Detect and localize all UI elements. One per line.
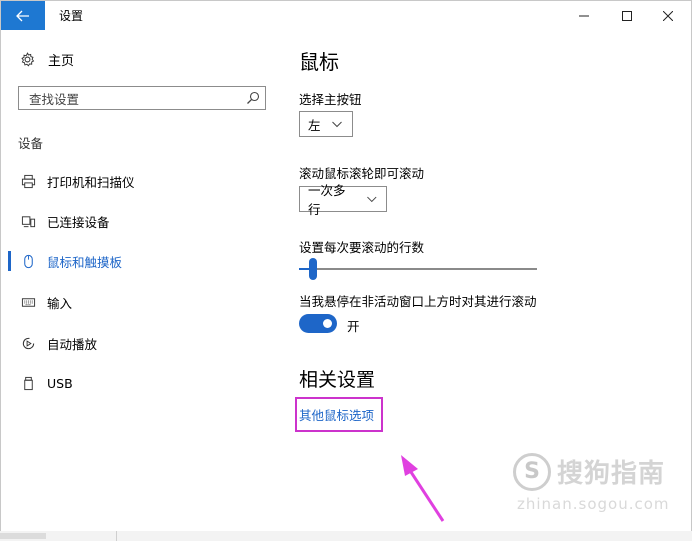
minimize-button[interactable] bbox=[565, 1, 603, 30]
keyboard-icon bbox=[20, 294, 36, 310]
gear-icon bbox=[19, 51, 35, 68]
sidebar-item-label: 鼠标和触摸板 bbox=[47, 254, 123, 270]
sidebar-item-input[interactable]: 输入 bbox=[1, 289, 281, 315]
minimize-icon bbox=[579, 15, 589, 16]
inactive-scroll-toggle[interactable] bbox=[299, 314, 337, 333]
active-indicator bbox=[8, 251, 11, 271]
arrow-left-icon bbox=[16, 10, 29, 21]
maximize-icon bbox=[622, 10, 632, 21]
chevron-down-icon bbox=[367, 196, 377, 203]
mouse-icon bbox=[20, 253, 36, 269]
sidebar-item-mouse[interactable]: 鼠标和触摸板 bbox=[1, 248, 281, 274]
inactive-scroll-label: 当我悬停在非活动窗口上方时对其进行滚动 bbox=[299, 294, 537, 309]
scroll-wheel-value: 一次多行 bbox=[308, 183, 346, 217]
back-button[interactable] bbox=[1, 1, 45, 30]
inactive-scroll-state: 开 bbox=[347, 319, 360, 334]
usb-icon bbox=[20, 375, 36, 391]
sidebar-item-label: USB bbox=[47, 375, 73, 391]
settings-window: 设置 主页 设备 bbox=[0, 0, 692, 532]
annotation-arrow bbox=[401, 455, 445, 522]
maximize-button[interactable] bbox=[608, 1, 646, 30]
search-icon bbox=[247, 91, 260, 104]
scroll-wheel-dropdown[interactable]: 一次多行 bbox=[299, 183, 387, 217]
sidebar: 主页 设备 打印机和扫描仪 bbox=[1, 30, 281, 530]
sidebar-item-label: 打印机和扫描仪 bbox=[47, 174, 135, 190]
title-bar: 设置 bbox=[1, 1, 691, 30]
sidebar-item-label: 输入 bbox=[47, 295, 73, 311]
sidebar-item-label: 已连接设备 bbox=[47, 214, 110, 230]
section-label-devices: 设备 bbox=[18, 136, 44, 151]
connected-devices-icon bbox=[20, 213, 36, 229]
scroll-lines-slider-thumb[interactable] bbox=[309, 258, 318, 280]
bottom-strip-divider bbox=[116, 531, 117, 541]
main-content: 鼠标 选择主按钮 左 滚动鼠标滚轮即可滚动 一次多行 设置每次要滚动的行数 当我… bbox=[295, 30, 689, 530]
autoplay-icon bbox=[20, 335, 36, 351]
sidebar-item-usb[interactable]: USB bbox=[1, 370, 281, 396]
bottom-strip-segment bbox=[0, 533, 46, 539]
sidebar-item-connected-devices[interactable]: 已连接设备 bbox=[1, 208, 281, 234]
close-icon bbox=[663, 10, 673, 21]
close-button[interactable] bbox=[649, 1, 687, 30]
search-input[interactable] bbox=[27, 89, 241, 109]
sidebar-home-label: 主页 bbox=[48, 54, 75, 69]
sidebar-item-printers[interactable]: 打印机和扫描仪 bbox=[1, 168, 281, 194]
search-box[interactable] bbox=[18, 86, 266, 110]
other-mouse-options-link[interactable]: 其他鼠标选项 bbox=[299, 405, 374, 424]
sidebar-home[interactable]: 主页 bbox=[19, 50, 74, 69]
toggle-knob bbox=[323, 319, 332, 328]
sidebar-item-label: 自动播放 bbox=[47, 336, 98, 352]
bottom-strip bbox=[0, 531, 692, 541]
primary-button-value: 左 bbox=[308, 117, 321, 133]
sidebar-item-autoplay[interactable]: 自动播放 bbox=[1, 330, 281, 356]
window-title: 设置 bbox=[59, 9, 84, 23]
scroll-lines-slider-track[interactable] bbox=[299, 268, 537, 270]
printer-icon bbox=[20, 173, 36, 189]
primary-button-dropdown[interactable]: 左 bbox=[299, 111, 353, 137]
chevron-down-icon bbox=[331, 121, 342, 128]
primary-button-label: 选择主按钮 bbox=[299, 92, 362, 107]
related-settings-title: 相关设置 bbox=[299, 369, 376, 391]
scroll-lines-label: 设置每次要滚动的行数 bbox=[299, 240, 425, 255]
page-title: 鼠标 bbox=[299, 50, 339, 74]
